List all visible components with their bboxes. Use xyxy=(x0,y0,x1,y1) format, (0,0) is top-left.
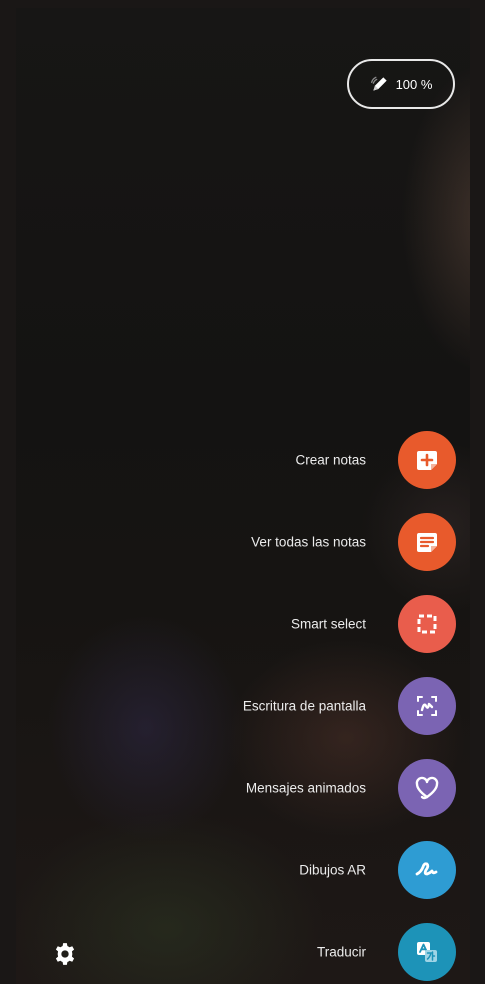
ar-doodle-icon xyxy=(415,862,438,876)
ver-todas-las-notas-button[interactable] xyxy=(398,513,456,571)
menu-item-ver-todas-las-notas[interactable]: Ver todas las notas xyxy=(16,511,470,573)
menu-item-traducir[interactable]: Traducir xyxy=(16,921,470,983)
menu-item-label: Escritura de pantalla xyxy=(242,698,366,714)
menu-item-label: Mensajes animados xyxy=(245,780,366,796)
mensajes-animados-button[interactable] xyxy=(398,759,456,817)
menu-item-label: Smart select xyxy=(290,616,366,632)
translate-icon xyxy=(417,942,437,962)
menu-item-smart-select[interactable]: Smart select xyxy=(16,593,470,655)
menu-item-escritura-de-pantalla[interactable]: Escritura de pantalla xyxy=(16,675,470,737)
add-note-icon xyxy=(417,451,437,470)
screen-write-icon xyxy=(417,696,437,716)
traducir-button[interactable] xyxy=(398,923,456,981)
menu-item-label: Ver todas las notas xyxy=(251,534,366,550)
escritura-de-pantalla-button[interactable] xyxy=(398,677,456,735)
menu-item-mensajes-animados[interactable]: Mensajes animados xyxy=(16,757,470,819)
gear-icon xyxy=(55,943,75,965)
crear-notas-button[interactable] xyxy=(398,431,456,489)
dibujos-ar-button[interactable] xyxy=(398,841,456,899)
menu-item-crear-notas[interactable]: Crear notas xyxy=(16,429,470,491)
s-pen-battery-indicator: 100 % xyxy=(347,59,455,109)
notes-list-icon xyxy=(417,533,437,552)
smart-select-button[interactable] xyxy=(398,595,456,653)
settings-button[interactable] xyxy=(52,941,80,969)
heart-icon xyxy=(415,776,439,800)
menu-item-label: Traducir xyxy=(316,944,366,960)
s-pen-icon xyxy=(370,76,387,91)
menu-item-label: Dibujos AR xyxy=(299,862,366,878)
menu-item-dibujos-ar[interactable]: Dibujos AR xyxy=(16,839,470,901)
air-command-screen: 100 % Crear notas Ver todas las notas Sm… xyxy=(16,8,470,984)
menu-item-label: Crear notas xyxy=(295,452,366,468)
smart-select-icon xyxy=(417,614,437,634)
s-pen-battery-level: 100 % xyxy=(395,76,433,92)
